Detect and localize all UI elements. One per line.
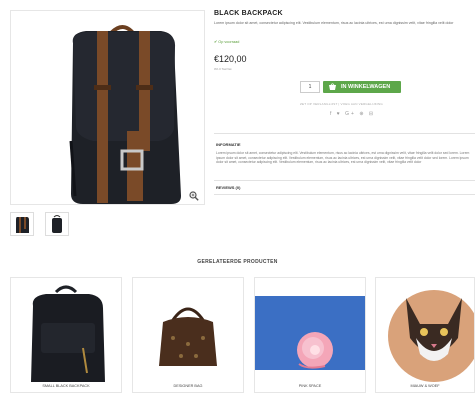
- divider-middle: [214, 180, 475, 181]
- related-label[interactable]: MIAUW & WOEF: [376, 384, 474, 388]
- info-heading[interactable]: INFORMATIE: [216, 142, 241, 147]
- info-text: Lorem ipsum dolor sit amet, consectetur …: [216, 151, 470, 165]
- share-icons[interactable]: f ♥ G+ ⊕ ⊟: [330, 111, 375, 117]
- stock-status: ✔ Op voorraad: [214, 40, 240, 44]
- cart-button-label: IN WINKELWAGEN: [341, 84, 391, 90]
- wishlist-compare-links[interactable]: ZET OP VERLANGLIJST | VOEG AAN VERGELIJK…: [300, 102, 383, 106]
- product-title: BLACK BACKPACK: [214, 10, 283, 17]
- related-label[interactable]: SMALL BLACK BACKPACK: [11, 384, 121, 388]
- add-to-cart-button[interactable]: IN WINKELWAGEN: [323, 81, 401, 93]
- backpack-thumb-image: [11, 213, 33, 235]
- reviews-heading[interactable]: REVIEWS (0): [216, 185, 240, 190]
- small-backpack-image: [11, 278, 121, 388]
- related-label[interactable]: PINK SPACE: [255, 384, 365, 388]
- divider-bottom: [214, 194, 475, 195]
- divider-top: [214, 133, 475, 134]
- related-label[interactable]: DESIGNER BAG: [133, 384, 243, 388]
- cat-portrait-image: [376, 278, 474, 388]
- related-card-1[interactable]: SMALL BLACK BACKPACK: [10, 277, 122, 393]
- backpack-back-thumb-image: [46, 213, 68, 235]
- product-price: €120,00: [214, 54, 247, 64]
- pink-space-image: [255, 296, 365, 370]
- designer-bag-image: [133, 278, 243, 388]
- thumbnail-2[interactable]: [45, 212, 69, 236]
- main-product-image[interactable]: [10, 10, 205, 205]
- vat-note: 0% 0 Tax/Vat: [214, 67, 232, 71]
- cart-icon: [328, 83, 337, 91]
- zoom-icon[interactable]: [189, 188, 199, 201]
- related-card-3[interactable]: PINK SPACE: [254, 277, 366, 393]
- related-products-heading: GERELATEERDE PRODUCTEN: [197, 259, 278, 265]
- thumbnail-1[interactable]: [10, 212, 34, 236]
- quantity-input[interactable]: 1: [300, 81, 320, 93]
- related-card-2[interactable]: DESIGNER BAG: [132, 277, 244, 393]
- product-description: Lorem ipsum dolor sit amet, consectetur …: [214, 21, 454, 25]
- related-card-4[interactable]: MIAUW & WOEF: [375, 277, 475, 393]
- backpack-image: [11, 11, 204, 204]
